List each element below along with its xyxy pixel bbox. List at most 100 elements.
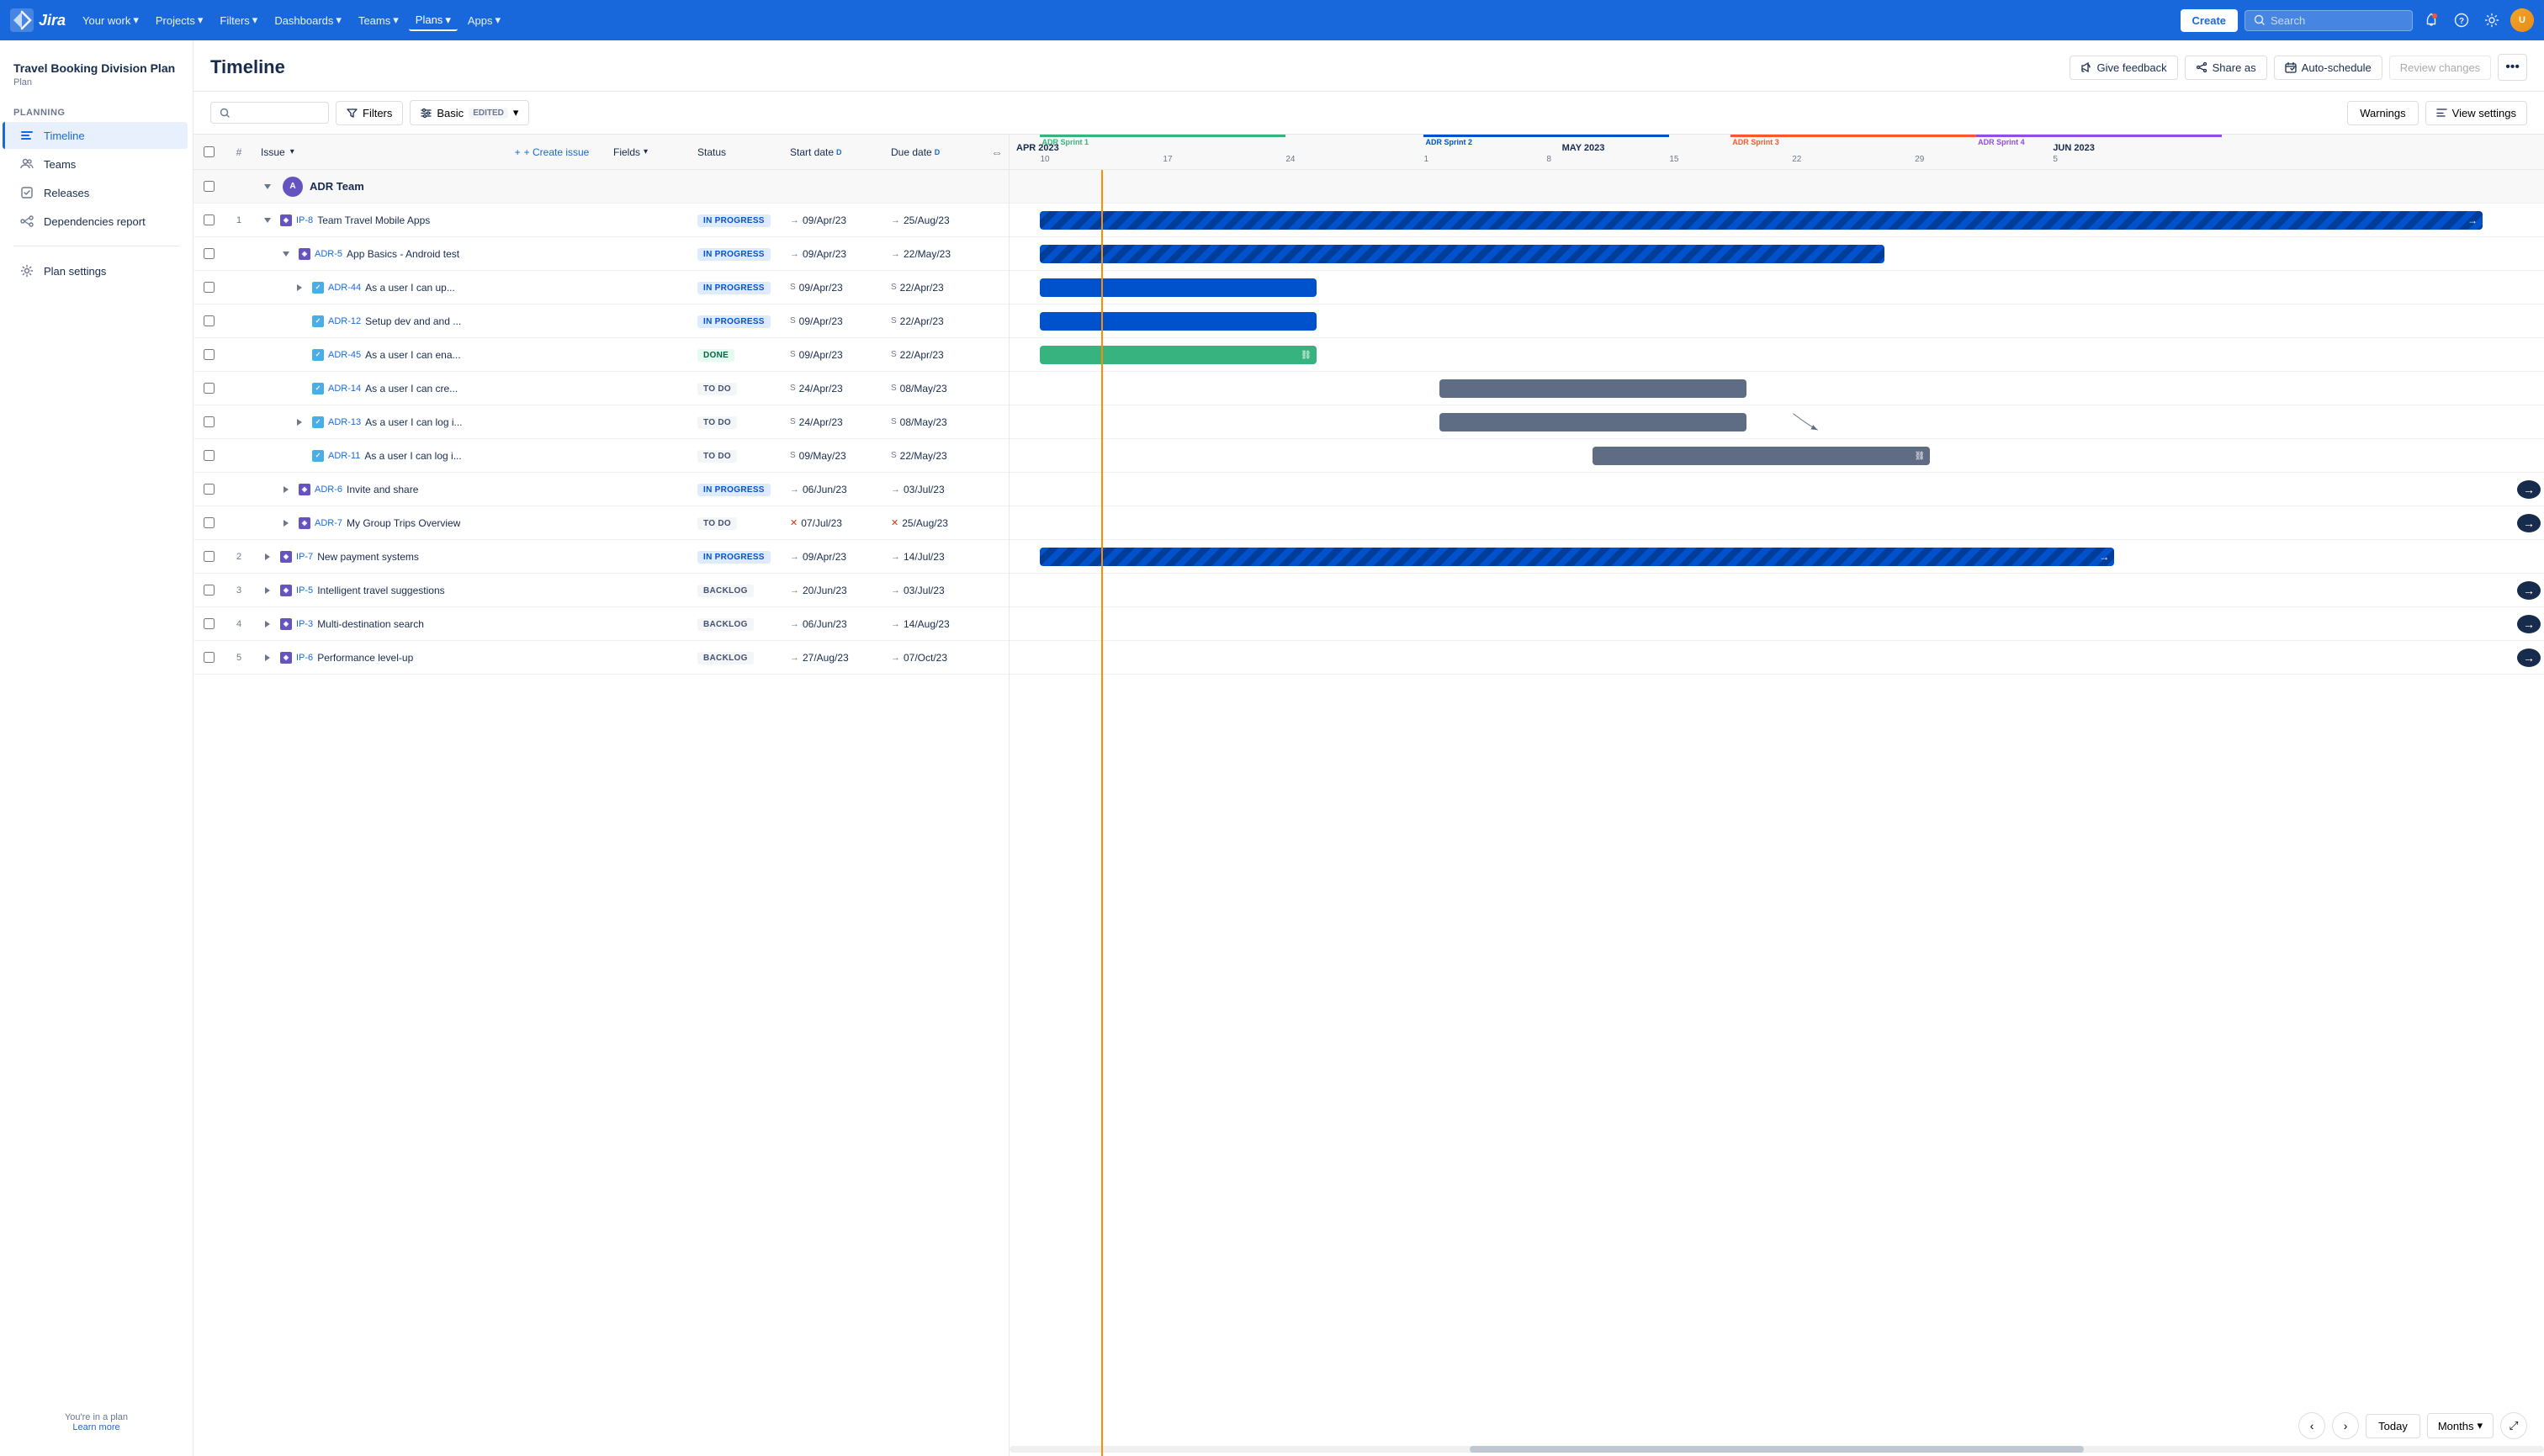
gantt-row[interactable] bbox=[1010, 372, 2544, 405]
collapse-button[interactable] bbox=[278, 481, 294, 498]
collapse-button[interactable] bbox=[291, 414, 308, 431]
basic-button[interactable]: Basic EDITED ▾ bbox=[410, 100, 529, 125]
fields-col-header[interactable]: Fields ▾ bbox=[607, 146, 691, 158]
auto-schedule-button[interactable]: Auto-schedule bbox=[2274, 56, 2382, 80]
collapse-button[interactable] bbox=[278, 515, 294, 532]
learn-more-link[interactable]: Learn more bbox=[72, 1422, 119, 1432]
notifications-icon[interactable] bbox=[2419, 8, 2443, 32]
duedate-col-header[interactable]: Due date D bbox=[884, 146, 985, 158]
gantt-row[interactable]: ⛓ bbox=[1010, 338, 2544, 372]
issue-key-link[interactable]: ADR-12 bbox=[328, 316, 361, 326]
collapse-button[interactable] bbox=[259, 178, 276, 195]
issue-key-link[interactable]: IP-3 bbox=[296, 619, 313, 629]
issue-key-link[interactable]: ADR-13 bbox=[328, 417, 361, 427]
issue-key-link[interactable]: ADR-6 bbox=[315, 484, 342, 495]
gantt-bar-adr12[interactable] bbox=[1040, 312, 1316, 331]
months-dropdown[interactable]: Months ▾ bbox=[2427, 1413, 2494, 1438]
gantt-row[interactable] bbox=[1010, 405, 2544, 439]
collapse-button[interactable] bbox=[259, 548, 276, 565]
nav-item-apps[interactable]: Apps ▾ bbox=[461, 10, 507, 30]
collapse-button[interactable] bbox=[291, 279, 308, 296]
expand-button[interactable]: ⤢ bbox=[2500, 1412, 2527, 1439]
review-changes-button[interactable]: Review changes bbox=[2389, 56, 2491, 80]
gantt-row[interactable]: → bbox=[1010, 540, 2544, 574]
issue-key-link[interactable]: IP-7 bbox=[296, 552, 313, 562]
gantt-row[interactable]: → bbox=[1010, 473, 2544, 506]
startdate-col-header[interactable]: Start date D bbox=[783, 146, 884, 158]
nav-item-dashboards[interactable]: Dashboards ▾ bbox=[268, 10, 348, 30]
gantt-row[interactable]: → bbox=[1010, 204, 2544, 237]
filters-button[interactable]: Filters bbox=[336, 101, 403, 125]
gantt-row[interactable]: → bbox=[1010, 607, 2544, 641]
gantt-row[interactable] bbox=[1010, 271, 2544, 304]
gantt-bar-adr11[interactable]: ⛓ bbox=[1593, 447, 1930, 465]
gantt-row[interactable]: → bbox=[1010, 641, 2544, 675]
gantt-bar-ip3-arrow[interactable]: → bbox=[2517, 615, 2541, 633]
warnings-button[interactable]: Warnings bbox=[2347, 101, 2418, 125]
create-issue-button[interactable]: + + Create issue bbox=[508, 143, 596, 161]
gantt-row[interactable] bbox=[1010, 304, 2544, 338]
prev-button[interactable]: ‹ bbox=[2298, 1412, 2325, 1439]
gantt-bar-adr5[interactable] bbox=[1040, 245, 1884, 263]
gantt-bar-adr13[interactable] bbox=[1439, 413, 1746, 432]
gantt-bar-adr45[interactable]: ⛓ bbox=[1040, 346, 1316, 364]
nav-item-your-work[interactable]: Your work ▾ bbox=[76, 10, 146, 30]
settings-icon[interactable] bbox=[2480, 8, 2504, 32]
sidebar-item-dependencies[interactable]: Dependencies report bbox=[5, 208, 188, 235]
help-icon[interactable]: ? bbox=[2450, 8, 2473, 32]
nav-item-teams[interactable]: Teams ▾ bbox=[352, 10, 405, 30]
gantt-bar-ip6-arrow[interactable]: → bbox=[2517, 649, 2541, 667]
give-feedback-button[interactable]: Give feedback bbox=[2070, 56, 2178, 80]
gantt-row[interactable]: ⛓ bbox=[1010, 439, 2544, 473]
expand-collapse-col[interactable]: ⇔ bbox=[985, 146, 1009, 159]
view-settings-button[interactable]: View settings bbox=[2425, 101, 2527, 125]
gantt-bar-adr44[interactable] bbox=[1040, 278, 1316, 297]
nav-item-projects[interactable]: Projects ▾ bbox=[149, 10, 210, 30]
next-button[interactable]: › bbox=[2332, 1412, 2359, 1439]
sidebar-item-timeline[interactable]: Timeline bbox=[3, 122, 188, 149]
more-actions-button[interactable]: ••• bbox=[2498, 54, 2527, 81]
collapse-button[interactable] bbox=[259, 582, 276, 599]
gantt-bar-ip7[interactable]: → bbox=[1040, 548, 2114, 566]
collapse-button[interactable] bbox=[259, 212, 276, 229]
create-button[interactable]: Create bbox=[2181, 9, 2238, 32]
gantt-bar-adr14[interactable] bbox=[1439, 379, 1746, 398]
gantt-scrollbar[interactable] bbox=[1010, 1446, 2544, 1453]
nav-item-plans[interactable]: Plans ▾ bbox=[409, 10, 458, 31]
sidebar-item-plan-settings[interactable]: Plan settings bbox=[5, 257, 188, 284]
today-button[interactable]: Today bbox=[2366, 1414, 2420, 1438]
issue-key-link[interactable]: IP-5 bbox=[296, 585, 313, 596]
search-field[interactable] bbox=[210, 102, 329, 124]
issue-key-link[interactable]: ADR-11 bbox=[328, 451, 360, 461]
search-box[interactable] bbox=[2245, 10, 2413, 31]
gantt-row[interactable]: → bbox=[1010, 574, 2544, 607]
issue-key-link[interactable]: ADR-7 bbox=[315, 518, 342, 528]
gantt-row[interactable] bbox=[1010, 237, 2544, 271]
issue-key-link[interactable]: IP-8 bbox=[296, 215, 313, 225]
gantt-bar-ip5-arrow[interactable]: → bbox=[2517, 581, 2541, 600]
issue-key-link[interactable]: ADR-45 bbox=[328, 350, 361, 360]
collapse-button[interactable] bbox=[259, 616, 276, 633]
gantt-bar-ip8[interactable]: → bbox=[1040, 211, 2483, 230]
issue-col-header[interactable]: Issue ▾ bbox=[254, 146, 497, 158]
issue-key-link[interactable]: ADR-5 bbox=[315, 249, 342, 259]
arrow-icon: → bbox=[2467, 214, 2478, 226]
gantt-bar-adr6-arrow[interactable]: → bbox=[2517, 480, 2541, 499]
avatar[interactable]: U bbox=[2510, 8, 2534, 32]
collapse-button[interactable] bbox=[259, 649, 276, 666]
search-input[interactable] bbox=[2271, 14, 2388, 27]
sidebar-item-teams[interactable]: Teams bbox=[5, 151, 188, 177]
issue-key-link[interactable]: ADR-14 bbox=[328, 384, 361, 394]
share-as-button[interactable]: Share as bbox=[2185, 56, 2267, 80]
select-all-checkbox[interactable] bbox=[193, 146, 224, 157]
gantt-row[interactable]: → bbox=[1010, 506, 2544, 540]
issue-key-link[interactable]: IP-6 bbox=[296, 653, 313, 663]
gantt-bar-adr7-arrow[interactable]: → bbox=[2517, 514, 2541, 532]
search-input[interactable] bbox=[236, 107, 320, 119]
sidebar-project-name[interactable]: Travel Booking Division Plan bbox=[13, 61, 179, 76]
sidebar-item-releases[interactable]: Releases bbox=[5, 179, 188, 206]
logo[interactable]: Jira bbox=[10, 8, 66, 32]
issue-key-link[interactable]: ADR-44 bbox=[328, 283, 361, 293]
collapse-button[interactable] bbox=[278, 246, 294, 262]
nav-item-filters[interactable]: Filters ▾ bbox=[213, 10, 264, 30]
